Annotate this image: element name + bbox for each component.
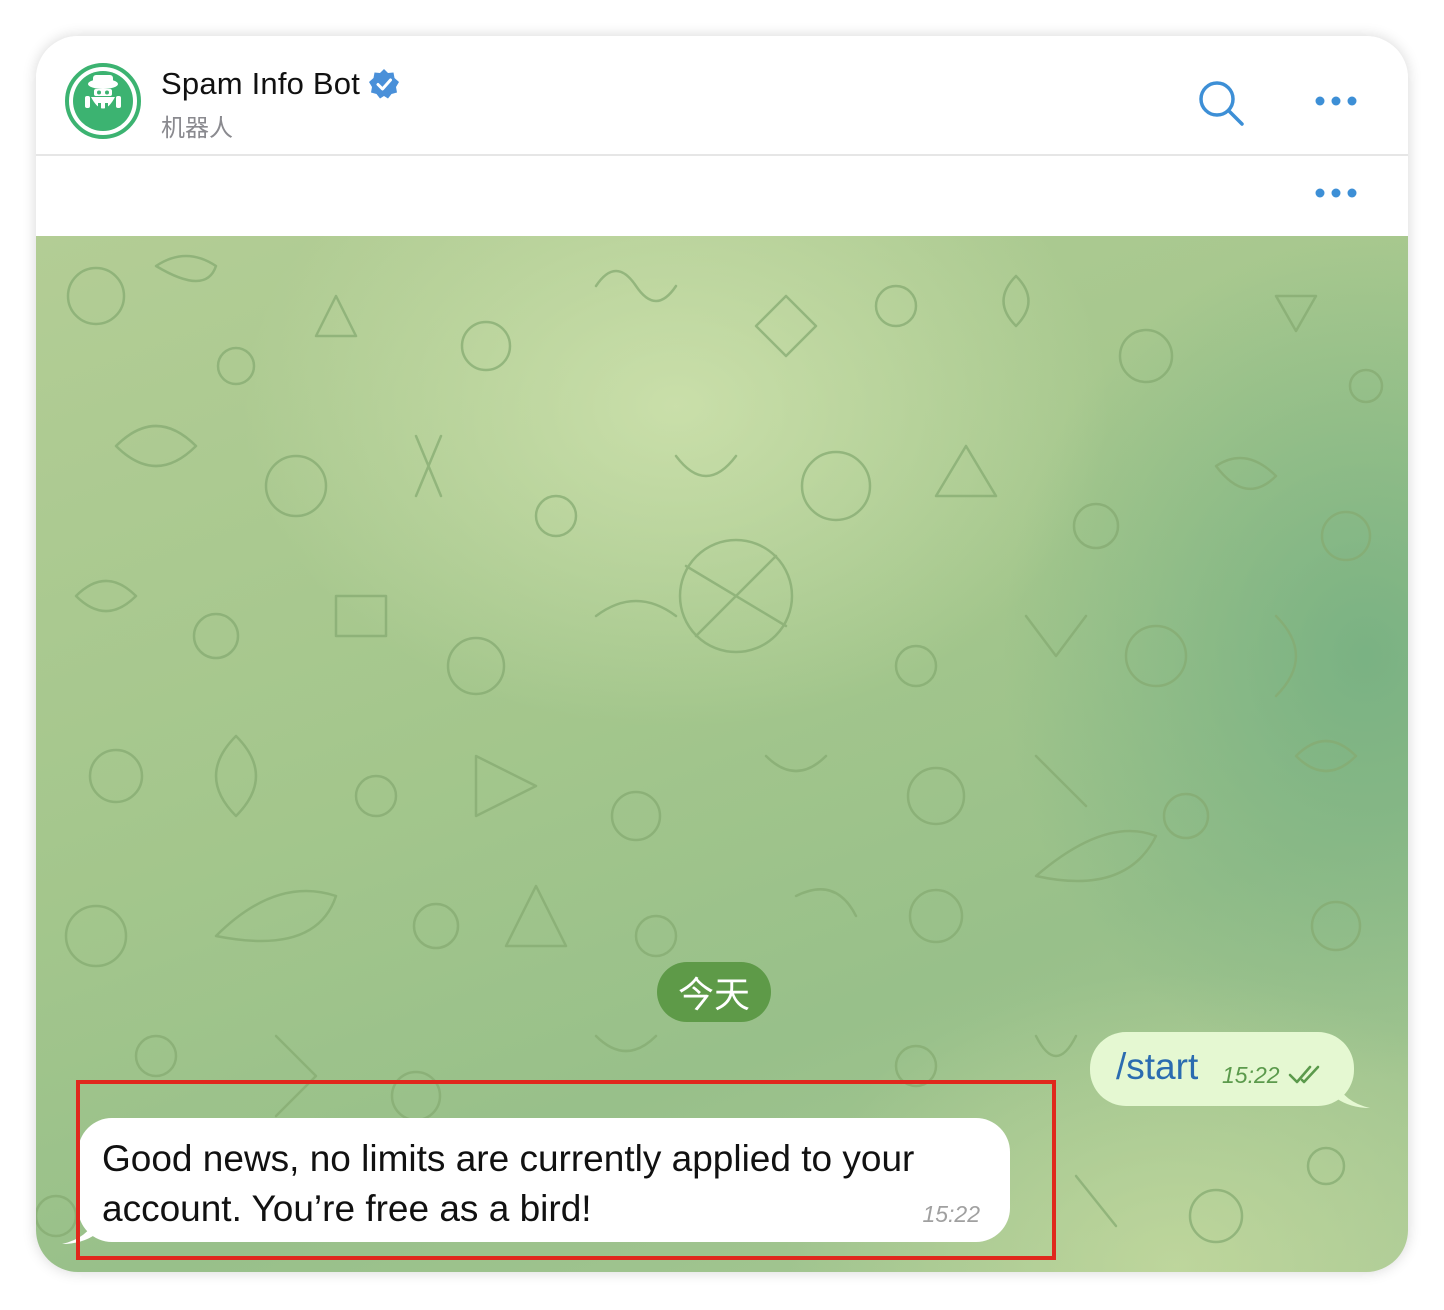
highlight-box <box>76 1080 1056 1260</box>
more-dots-icon[interactable] <box>1314 92 1358 110</box>
verified-badge-icon <box>369 69 400 99</box>
outgoing-message-time: 15:22 <box>1222 1062 1280 1088</box>
pinned-bar <box>36 156 1408 237</box>
double-check-icon <box>1288 1065 1320 1084</box>
outgoing-message-bubble[interactable]: /start 15:22 <box>1090 1032 1354 1106</box>
chat-header: Spam Info Bot 机器人 <box>36 36 1408 156</box>
date-separator: 今天 <box>657 962 771 1022</box>
search-icon[interactable] <box>1196 78 1246 128</box>
outgoing-message-text: /start <box>1116 1046 1199 1087</box>
chat-window: Spam Info Bot 机器人 今天 /start 15:22 Good n… <box>36 36 1408 1272</box>
chat-subtitle: 机器人 <box>161 114 233 142</box>
chat-area[interactable]: 今天 /start 15:22 Good news, no limits are… <box>36 236 1408 1272</box>
more-dots-icon[interactable] <box>1314 184 1358 202</box>
title-row[interactable]: Spam Info Bot <box>161 64 400 104</box>
bot-avatar[interactable] <box>64 62 142 140</box>
chat-title: Spam Info Bot <box>161 66 361 101</box>
